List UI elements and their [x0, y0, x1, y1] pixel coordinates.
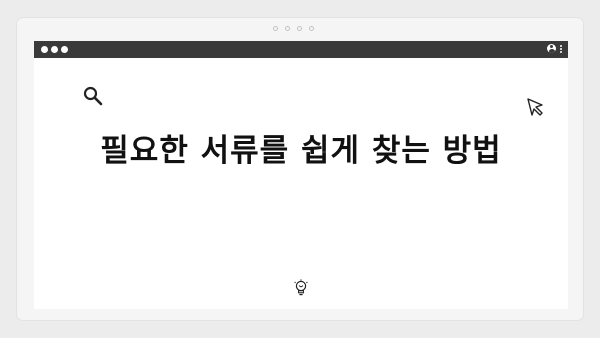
pagination-dot: [285, 26, 290, 31]
window-controls: [41, 46, 68, 53]
pagination-dot: [309, 26, 314, 31]
page-title: 필요한 서류를 쉽게 찾는 방법: [100, 133, 502, 169]
cursor-icon: [527, 98, 543, 116]
toolbar-actions: [547, 44, 562, 53]
window-dot-minimize[interactable]: [51, 46, 58, 53]
kebab-menu-icon[interactable]: [560, 44, 562, 53]
pagination-dot: [297, 26, 302, 31]
lightbulb-icon: [294, 279, 308, 296]
window-dot-maximize[interactable]: [61, 46, 68, 53]
page-content: 필요한 서류를 쉽게 찾는 방법: [34, 58, 568, 309]
search-icon[interactable]: [82, 85, 104, 107]
window-dot-close[interactable]: [41, 46, 48, 53]
pagination-dots: [273, 26, 314, 31]
user-icon[interactable]: [547, 44, 556, 53]
browser-toolbar: [34, 41, 568, 58]
pagination-dot: [273, 26, 278, 31]
